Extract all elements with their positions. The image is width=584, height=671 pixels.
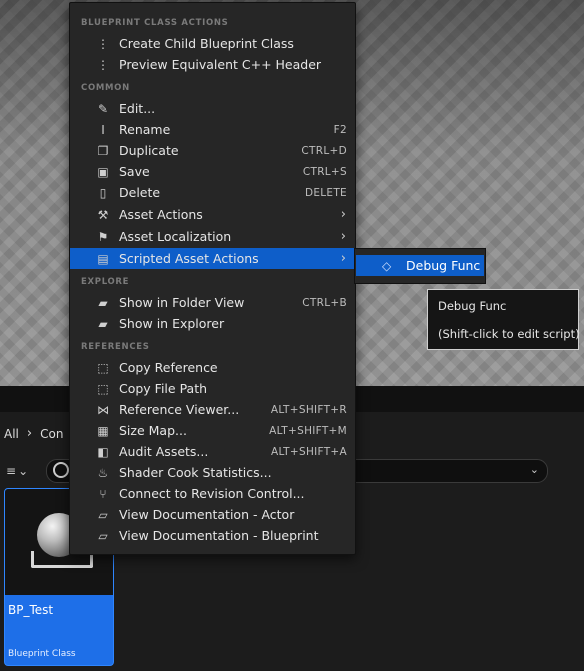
shortcut-label: ALT+SHIFT+M xyxy=(269,424,347,437)
menu-item-duplicate[interactable]: ❐ Duplicate CTRL+D xyxy=(70,140,355,161)
copy-path-icon: ⬚ xyxy=(97,381,109,396)
menu-item-size-map[interactable]: ▦ Size Map... ALT+SHIFT+M xyxy=(70,420,355,441)
folder-view-icon: ▰ xyxy=(98,295,108,310)
menu-item-show-in-folder-view[interactable]: ▰ Show in Folder View CTRL+B xyxy=(70,292,355,313)
tooltip-title: Debug Func xyxy=(438,299,507,313)
menu-item-view-documentation-blueprint[interactable]: ▱ View Documentation - Blueprint xyxy=(70,525,355,546)
menu-item-label: Scripted Asset Actions xyxy=(119,251,259,266)
breadcrumb-all[interactable]: All xyxy=(4,427,19,441)
reference-viewer-icon: ⋈ xyxy=(97,402,109,417)
function-icon: ◇ xyxy=(382,258,392,273)
chevron-right-icon: › xyxy=(26,426,33,441)
menu-item-label: Show in Folder View xyxy=(119,295,245,310)
copy-reference-icon: ⬚ xyxy=(97,360,109,375)
menu-item-asset-actions[interactable]: ⚒ Asset Actions › xyxy=(70,204,355,225)
shortcut-label: DELETE xyxy=(304,186,347,199)
section-header-references: REFERENCES xyxy=(81,342,150,352)
menu-item-label: View Documentation - Blueprint xyxy=(119,528,319,543)
tooltip-hint: (Shift-click to edit script) xyxy=(438,327,580,341)
menu-item-label: Rename xyxy=(119,122,171,137)
search-icon xyxy=(53,462,69,478)
menu-item-delete[interactable]: ▯ Delete DELETE xyxy=(70,182,355,203)
filter-icon: ≡ xyxy=(6,464,17,478)
menu-item-view-documentation-actor[interactable]: ▱ View Documentation - Actor xyxy=(70,504,355,525)
menu-item-label: Shader Cook Statistics... xyxy=(119,465,272,480)
flag-icon: ⚑ xyxy=(97,229,109,244)
submenu-item-debug-func[interactable]: ◇ Debug Func xyxy=(356,255,484,276)
menu-item-label: Delete xyxy=(119,185,161,200)
menu-item-label: Connect to Revision Control... xyxy=(119,486,305,501)
menu-item-label: Reference Viewer... xyxy=(119,402,240,417)
explorer-icon: ▰ xyxy=(98,316,108,331)
menu-item-label: View Documentation - Actor xyxy=(119,507,295,522)
menu-item-connect-revision-control[interactable]: ⑂ Connect to Revision Control... xyxy=(70,483,355,504)
child-blueprint-icon: ⋮ xyxy=(97,36,109,51)
menu-item-label: Show in Explorer xyxy=(119,316,225,331)
menu-item-rename[interactable]: Ⅰ Rename F2 xyxy=(70,119,355,140)
menu-item-label: Size Map... xyxy=(119,423,187,438)
shortcut-label: ALT+SHIFT+A xyxy=(270,445,347,458)
menu-item-copy-file-path[interactable]: ⬚ Copy File Path xyxy=(70,378,355,399)
menu-item-copy-reference[interactable]: ⬚ Copy Reference xyxy=(70,357,355,378)
tooltip: Debug Func (Shift-click to edit script) xyxy=(427,289,580,350)
chevron-down-icon: ⌄ xyxy=(18,464,29,478)
menu-item-label: Duplicate xyxy=(119,143,179,158)
shortcut-label: CTRL+B xyxy=(302,296,347,309)
shortcut-label: F2 xyxy=(333,123,347,136)
cpp-header-icon: ⋮ xyxy=(97,57,109,72)
shortcut-label: CTRL+S xyxy=(302,165,347,178)
shortcut-label: ALT+SHIFT+R xyxy=(270,403,347,416)
pencil-icon: ✎ xyxy=(97,101,109,116)
menu-item-save[interactable]: ▣ Save CTRL+S xyxy=(70,161,355,182)
documentation-icon: ▱ xyxy=(98,528,108,543)
menu-item-reference-viewer[interactable]: ⋈ Reference Viewer... ALT+SHIFT+R xyxy=(70,399,355,420)
section-header-common: COMMON xyxy=(81,83,130,93)
menu-item-label: Audit Assets... xyxy=(119,444,209,459)
size-map-icon: ▦ xyxy=(97,423,109,438)
chevron-right-icon: › xyxy=(340,251,346,266)
revision-control-icon: ⑂ xyxy=(99,486,107,501)
menu-item-label: Preview Equivalent C++ Header xyxy=(119,57,322,72)
menu-item-label: Edit... xyxy=(119,101,156,116)
save-icon: ▣ xyxy=(97,164,109,179)
audit-icon: ◧ xyxy=(97,444,109,459)
rename-icon: Ⅰ xyxy=(101,122,105,137)
breadcrumb: All › Con xyxy=(4,426,63,441)
menu-item-scripted-asset-actions[interactable]: ▤ Scripted Asset Actions › xyxy=(70,248,355,269)
trash-icon: ▯ xyxy=(99,185,107,200)
menu-item-label: Asset Actions xyxy=(119,207,203,222)
chevron-right-icon: › xyxy=(340,207,346,222)
shader-icon: ♨ xyxy=(97,465,109,480)
context-menu: BLUEPRINT CLASS ACTIONS ⋮ Create Child B… xyxy=(69,2,356,555)
asset-type: Blueprint Class xyxy=(8,649,76,659)
filter-button[interactable]: ≡ ⌄ xyxy=(6,462,40,480)
menu-item-asset-localization[interactable]: ⚑ Asset Localization › xyxy=(70,226,355,247)
section-header-blueprint: BLUEPRINT CLASS ACTIONS xyxy=(81,18,229,28)
scripted-actions-submenu: ◇ Debug Func xyxy=(354,248,486,284)
script-icon: ▤ xyxy=(97,251,109,266)
menu-item-label: Asset Localization xyxy=(119,229,232,244)
menu-item-label: Copy File Path xyxy=(119,381,208,396)
menu-item-preview-cpp-header[interactable]: ⋮ Preview Equivalent C++ Header xyxy=(70,54,355,75)
shortcut-label: CTRL+D xyxy=(301,144,347,157)
menu-item-audit-assets[interactable]: ◧ Audit Assets... ALT+SHIFT+A xyxy=(70,441,355,462)
documentation-icon: ▱ xyxy=(98,507,108,522)
menu-item-label: Copy Reference xyxy=(119,360,218,375)
duplicate-icon: ❐ xyxy=(97,143,109,158)
wrench-icon: ⚒ xyxy=(97,207,109,222)
breadcrumb-content[interactable]: Con xyxy=(40,427,63,441)
menu-item-edit[interactable]: ✎ Edit... xyxy=(70,98,355,119)
submenu-item-label: Debug Func xyxy=(406,258,481,273)
menu-item-shader-cook-statistics[interactable]: ♨ Shader Cook Statistics... xyxy=(70,462,355,483)
menu-item-label: Create Child Blueprint Class xyxy=(119,36,294,51)
chevron-down-icon[interactable]: ⌄ xyxy=(530,463,539,476)
menu-item-create-child-blueprint[interactable]: ⋮ Create Child Blueprint Class xyxy=(70,33,355,54)
menu-item-label: Save xyxy=(119,164,150,179)
menu-item-show-in-explorer[interactable]: ▰ Show in Explorer xyxy=(70,313,355,334)
chevron-right-icon: › xyxy=(340,229,346,244)
asset-name: BP_Test xyxy=(8,603,54,617)
section-header-explore: EXPLORE xyxy=(81,277,130,287)
